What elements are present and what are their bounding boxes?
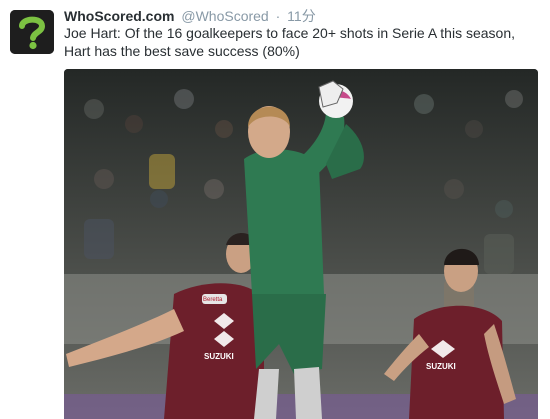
separator: · [275, 8, 281, 24]
user-handle[interactable]: @WhoScored [181, 8, 268, 24]
tweet-media-photo[interactable]: SUZUKI Beretta SUZUKI [64, 69, 538, 419]
avatar[interactable] [10, 10, 54, 54]
right-shirt-sponsor: SUZUKI [426, 362, 456, 371]
tweet-header: WhoScored.com @WhoScored · 11分 [64, 7, 316, 25]
shirt-brand-text: Beretta [203, 297, 223, 303]
football-photo: SUZUKI Beretta SUZUKI [64, 69, 538, 419]
question-mark-icon [10, 10, 54, 54]
tweet-text: Joe Hart: Of the 16 goalkeepers to face … [64, 25, 515, 59]
display-name[interactable]: WhoScored.com [64, 8, 174, 24]
timestamp[interactable]: 11分 [287, 8, 316, 24]
left-shirt-sponsor: SUZUKI [204, 352, 234, 361]
